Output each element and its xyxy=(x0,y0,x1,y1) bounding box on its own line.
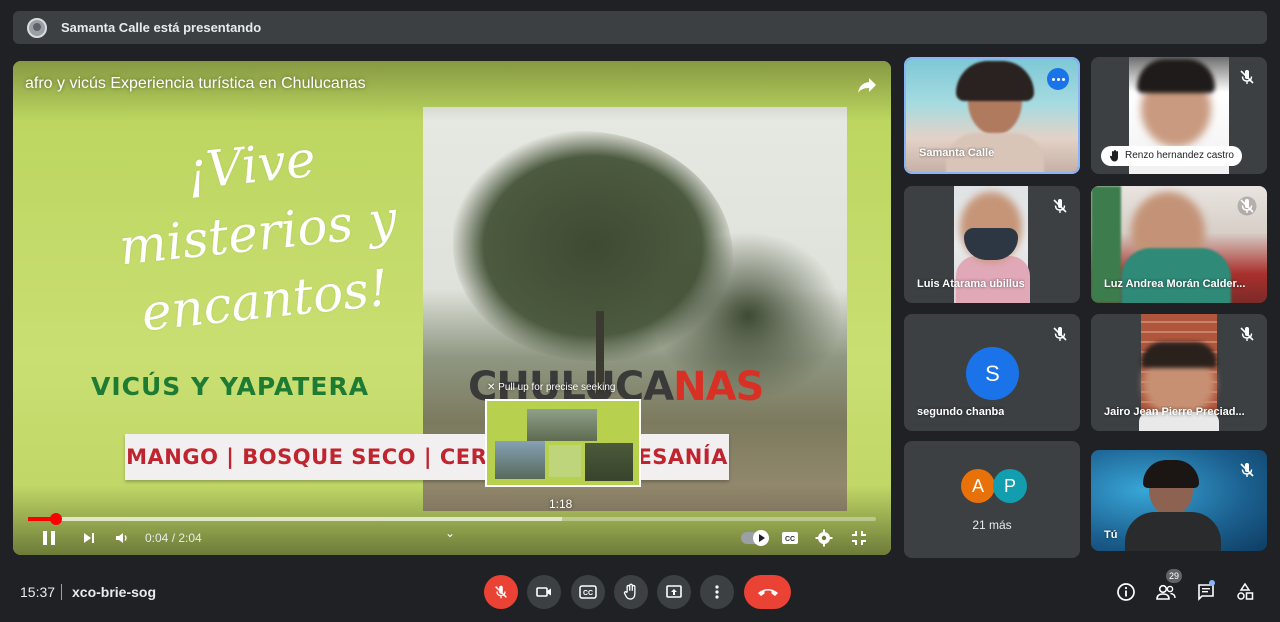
captions-icon[interactable]: CC xyxy=(780,528,800,548)
mic-off-icon xyxy=(1237,67,1257,87)
more-options-button[interactable] xyxy=(1047,68,1069,90)
participant-tile[interactable]: Luis Atarama ubillus xyxy=(904,186,1080,303)
hang-up-icon xyxy=(757,589,778,596)
mic-off-icon xyxy=(1237,460,1257,480)
present-screen-button[interactable] xyxy=(657,575,691,609)
mic-toggle-button[interactable] xyxy=(484,575,518,609)
more-participants-tile[interactable]: A P 21 más xyxy=(904,441,1080,558)
raise-hand-button[interactable] xyxy=(614,575,648,609)
activities-icon xyxy=(1237,582,1254,600)
meeting-time: 15:37 xyxy=(20,584,56,600)
participant-tile[interactable]: Jairo Jean Pierre Preciad... xyxy=(1091,314,1267,431)
buffered-bar xyxy=(28,517,563,521)
participant-name: Renzo hernandez castro xyxy=(1125,150,1234,161)
video-title[interactable]: afro y vicús Experiencia turística en Ch… xyxy=(25,75,366,93)
photo-sign-red: NAS xyxy=(673,364,764,410)
mic-off-icon xyxy=(1050,324,1070,344)
share-icon[interactable] xyxy=(855,73,879,97)
pause-icon[interactable] xyxy=(39,528,59,548)
person-hair xyxy=(1137,59,1215,93)
chevron-down-icon[interactable]: ⌄ xyxy=(445,526,455,540)
time-display: 0:04 / 2:04 xyxy=(145,531,202,545)
captions-button[interactable]: CC xyxy=(571,575,605,609)
mic-off-icon xyxy=(1237,324,1257,344)
presentation-video[interactable]: ¡Vive misterios y encantos! VICÚS Y YAPA… xyxy=(13,61,891,555)
presenting-text: Samanta Calle está presentando xyxy=(61,20,262,35)
more-participants-count: 21 más xyxy=(972,518,1012,532)
divider xyxy=(61,584,62,600)
thumb-part xyxy=(495,441,545,479)
scrubber-handle[interactable] xyxy=(49,513,62,525)
participant-name: Luis Atarama ubillus xyxy=(917,278,1025,290)
more-options-button[interactable] xyxy=(700,575,734,609)
people-count-badge: 29 xyxy=(1166,569,1183,583)
autoplay-toggle[interactable] xyxy=(741,530,769,546)
mic-off-icon xyxy=(1050,196,1070,216)
participant-tile[interactable]: Luz Andrea Morán Calder... xyxy=(1091,186,1267,303)
participant-avatar: A xyxy=(961,469,995,503)
more-vert-icon xyxy=(715,585,719,599)
end-call-button[interactable] xyxy=(744,575,791,609)
seek-preview-thumbnail xyxy=(485,399,641,487)
participant-name: segundo chanba xyxy=(917,406,1005,418)
camera-toggle-button[interactable] xyxy=(527,575,561,609)
thumb-part xyxy=(585,443,633,481)
participant-tile[interactable]: S segundo chanba xyxy=(904,314,1080,431)
raise-hand-icon xyxy=(623,583,636,600)
next-icon[interactable] xyxy=(79,528,99,548)
player-controls: 0:04 / 2:04 ⌄ CC xyxy=(13,525,891,551)
presenter-avatar xyxy=(27,17,47,38)
raised-hand-badge: Renzo hernandez castro xyxy=(1101,146,1242,166)
svg-text:CC: CC xyxy=(583,590,593,597)
self-view-tile[interactable]: Tú xyxy=(1091,450,1267,551)
people-icon xyxy=(1156,584,1176,600)
people-button[interactable] xyxy=(1154,580,1178,604)
info-icon xyxy=(1117,583,1135,601)
participant-tile[interactable]: Samanta Calle xyxy=(904,57,1080,174)
meeting-details-button[interactable] xyxy=(1114,580,1138,604)
chat-notification-dot xyxy=(1209,580,1215,586)
mic-off-icon xyxy=(1237,196,1257,216)
activities-button[interactable] xyxy=(1233,580,1257,604)
participant-avatar: P xyxy=(993,469,1027,503)
seek-hint: ✕ Pull up for precise seeking xyxy=(487,382,616,393)
participant-name: Luz Andrea Morán Calder... xyxy=(1104,278,1246,290)
svg-text:CC: CC xyxy=(785,536,795,543)
present-icon xyxy=(666,585,682,598)
participant-name: Samanta Calle xyxy=(919,147,995,159)
exit-fullscreen-icon[interactable] xyxy=(849,528,869,548)
participant-name: Jairo Jean Pierre Preciad... xyxy=(1104,406,1245,418)
autoplay-knob xyxy=(753,530,769,546)
person-hair xyxy=(1141,342,1217,368)
thumb-part xyxy=(527,409,597,441)
settings-gear-icon[interactable] xyxy=(814,528,834,548)
person-shirt xyxy=(1121,248,1231,303)
participant-tile[interactable]: Renzo hernandez castro xyxy=(1091,57,1267,174)
participant-avatar: S xyxy=(966,347,1019,400)
participant-name: Tú xyxy=(1104,529,1118,541)
slide-heading: VICÚS Y YAPATERA xyxy=(91,372,370,401)
slide-script-text: ¡Vive misterios y encantos! xyxy=(116,129,400,343)
camera-icon xyxy=(536,587,551,597)
captions-icon: CC xyxy=(579,585,597,599)
person-shirt xyxy=(1125,512,1221,551)
mic-off-icon xyxy=(495,585,507,599)
meeting-code: xco-brie-sog xyxy=(72,584,157,600)
thumb-part xyxy=(549,445,581,477)
presenting-banner: Samanta Calle está presentando xyxy=(13,11,1267,44)
seek-time: 1:18 xyxy=(549,497,573,511)
progress-bar[interactable] xyxy=(28,513,876,525)
raised-hand-icon xyxy=(1109,150,1118,162)
volume-icon[interactable] xyxy=(112,528,132,548)
